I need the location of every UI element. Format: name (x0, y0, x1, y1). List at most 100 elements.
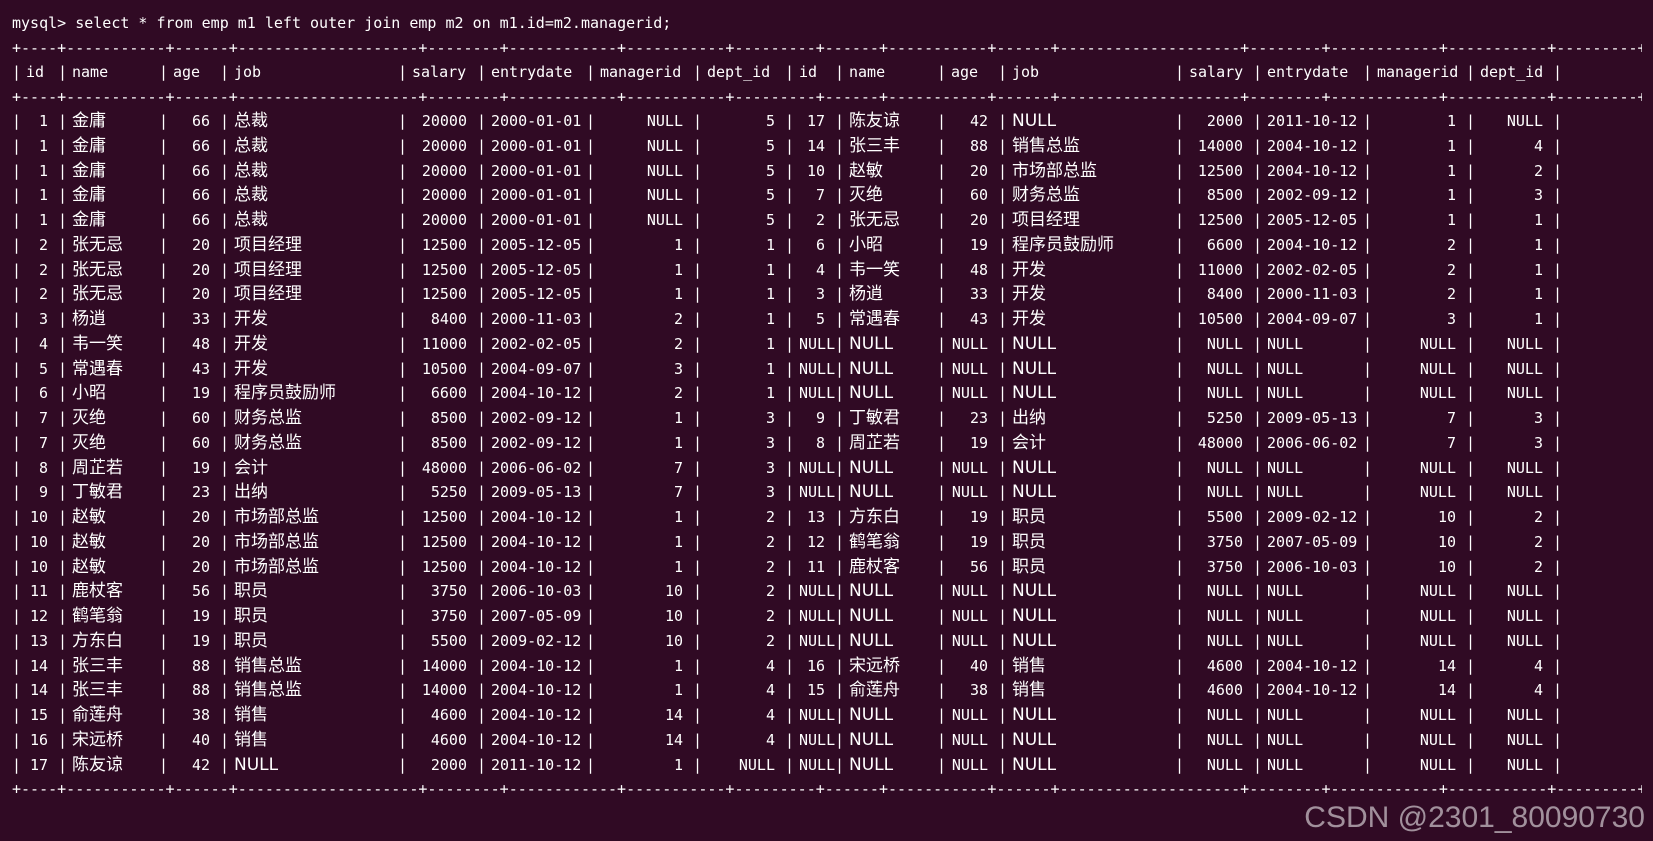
cell-m2-salary: NULL (1206, 582, 1243, 600)
cell-m2-managerid: NULL (1419, 335, 1456, 353)
column-separator: | (693, 731, 703, 749)
cell-m2-dept-id: 3 (1533, 186, 1543, 204)
column-separator: | (1363, 285, 1373, 303)
column-separator: | (693, 236, 703, 254)
cell-m1-id: 10 (29, 533, 48, 551)
cell-m2-entrydate: 2009-05-13 (1267, 409, 1358, 427)
cell-m2-name: NULL (849, 334, 894, 354)
cell-m2-entrydate: NULL (1267, 632, 1304, 650)
cell-m2-salary: NULL (1206, 607, 1243, 625)
cell-m1-id: 13 (29, 632, 48, 650)
column-separator: | (1175, 236, 1185, 254)
header-m2-job: job (1012, 63, 1040, 81)
cell-m1-id: 10 (29, 508, 48, 526)
cell-m2-id: NULL (799, 335, 836, 353)
column-separator: | (937, 335, 947, 353)
cell-m1-dept-id: 1 (765, 384, 775, 402)
terminal-window[interactable]: mysql> select * from emp m1 left outer j… (0, 0, 1653, 841)
cell-m2-managerid: NULL (1419, 756, 1456, 774)
cell-m2-managerid: NULL (1419, 582, 1456, 600)
cell-m2-managerid: NULL (1419, 632, 1456, 650)
column-separator: | (1175, 434, 1185, 452)
column-separator: | (785, 63, 795, 81)
column-separator: | (586, 632, 596, 650)
column-separator: | (1466, 236, 1476, 254)
column-separator: | (835, 63, 845, 81)
column-separator: | (1553, 657, 1563, 675)
column-separator: | (1466, 508, 1476, 526)
cell-m2-name: 张三丰 (849, 136, 900, 156)
cell-m1-salary: 20000 (421, 186, 467, 204)
table-row: | | | | | | | | | | | | | | | | | 10 赵敏 20 市场部总监 12500 2004-10… (12, 504, 1647, 530)
column-separator: | (785, 335, 795, 353)
cell-m1-name: 方东白 (72, 631, 123, 651)
column-separator: | (586, 236, 596, 254)
column-separator: | (1466, 731, 1476, 749)
cell-m2-name: 杨逍 (849, 284, 883, 304)
cell-m1-job: 销售 (234, 705, 268, 725)
cell-m1-salary: 3750 (430, 582, 467, 600)
cell-m2-entrydate: 2000-11-03 (1267, 285, 1358, 303)
column-separator: | (1363, 63, 1373, 81)
cell-m2-entrydate: 2004-10-12 (1267, 681, 1358, 699)
cell-m2-name: NULL (849, 606, 894, 626)
table-row: | | | | | | | | | | | | | | | | | 14 张三丰 88 销售总监 14000 2004-10… (12, 653, 1647, 679)
column-separator: | (398, 211, 408, 229)
column-separator: | (58, 285, 68, 303)
column-separator: | (159, 409, 169, 427)
column-separator: | (693, 607, 703, 625)
cell-m1-salary: 14000 (421, 681, 467, 699)
cell-m2-salary: NULL (1206, 384, 1243, 402)
cell-m2-dept-id: 4 (1533, 657, 1543, 675)
cell-m1-managerid: 2 (673, 384, 683, 402)
column-separator: | (998, 261, 1008, 279)
cell-m1-name: 张三丰 (72, 656, 123, 676)
cell-m2-managerid: 1 (1446, 186, 1456, 204)
cell-m1-managerid: NULL (646, 211, 683, 229)
column-separator: | (1175, 261, 1185, 279)
column-separator: | (12, 162, 22, 180)
column-separator: | (1553, 137, 1563, 155)
column-separator: | (785, 607, 795, 625)
cell-m1-managerid: 7 (673, 459, 683, 477)
cell-m2-job: 开发 (1012, 309, 1046, 329)
cell-m2-salary: NULL (1206, 459, 1243, 477)
table-row: | | | | | | | | | | | | | | | | | 13 方东白 19 职员 5500 2009-02-12… (12, 628, 1647, 654)
column-separator: | (1175, 63, 1185, 81)
column-separator: | (1553, 162, 1563, 180)
cell-m2-salary: 8500 (1206, 186, 1243, 204)
column-separator: | (998, 137, 1008, 155)
column-separator: | (998, 236, 1008, 254)
column-separator: | (998, 285, 1008, 303)
cell-m1-entrydate: 2004-10-12 (491, 558, 582, 576)
column-separator: | (1466, 459, 1476, 477)
cell-m2-entrydate: 2004-10-12 (1267, 137, 1358, 155)
column-separator: | (398, 186, 408, 204)
cell-m1-job: 会计 (234, 458, 268, 478)
column-separator: | (835, 607, 845, 625)
table-row: | | | | | | | | | | | | | | | | | 1 金庸 66 总裁 20000 2000-01-01 N… (12, 133, 1647, 159)
column-separator: | (1553, 186, 1563, 204)
column-separator: | (998, 434, 1008, 452)
table-bottom-border: +----+-----------+------+---------------… (12, 780, 1642, 798)
cell-m1-entrydate: 2011-10-12 (491, 756, 582, 774)
column-separator: | (159, 310, 169, 328)
column-separator: | (1553, 632, 1563, 650)
cell-m1-salary: 48000 (421, 459, 467, 477)
column-separator: | (1253, 137, 1263, 155)
column-separator: | (12, 681, 22, 699)
column-separator: | (586, 335, 596, 353)
column-separator: | (785, 409, 795, 427)
column-separator: | (1553, 63, 1563, 81)
column-separator: | (58, 434, 68, 452)
cell-m1-dept-id: 5 (765, 211, 775, 229)
table-row: | | | | | | | | | | | | | | | | | 3 杨逍 33 开发 8400 2000-11-03 2 1… (12, 306, 1647, 332)
cell-m1-id: 16 (29, 731, 48, 749)
cell-m1-age: 88 (191, 681, 210, 699)
column-separator: | (58, 508, 68, 526)
column-separator: | (12, 261, 22, 279)
cell-m2-managerid: NULL (1419, 360, 1456, 378)
cell-m1-salary: 12500 (421, 261, 467, 279)
cell-m2-managerid: 14 (1437, 681, 1456, 699)
column-separator: | (693, 632, 703, 650)
